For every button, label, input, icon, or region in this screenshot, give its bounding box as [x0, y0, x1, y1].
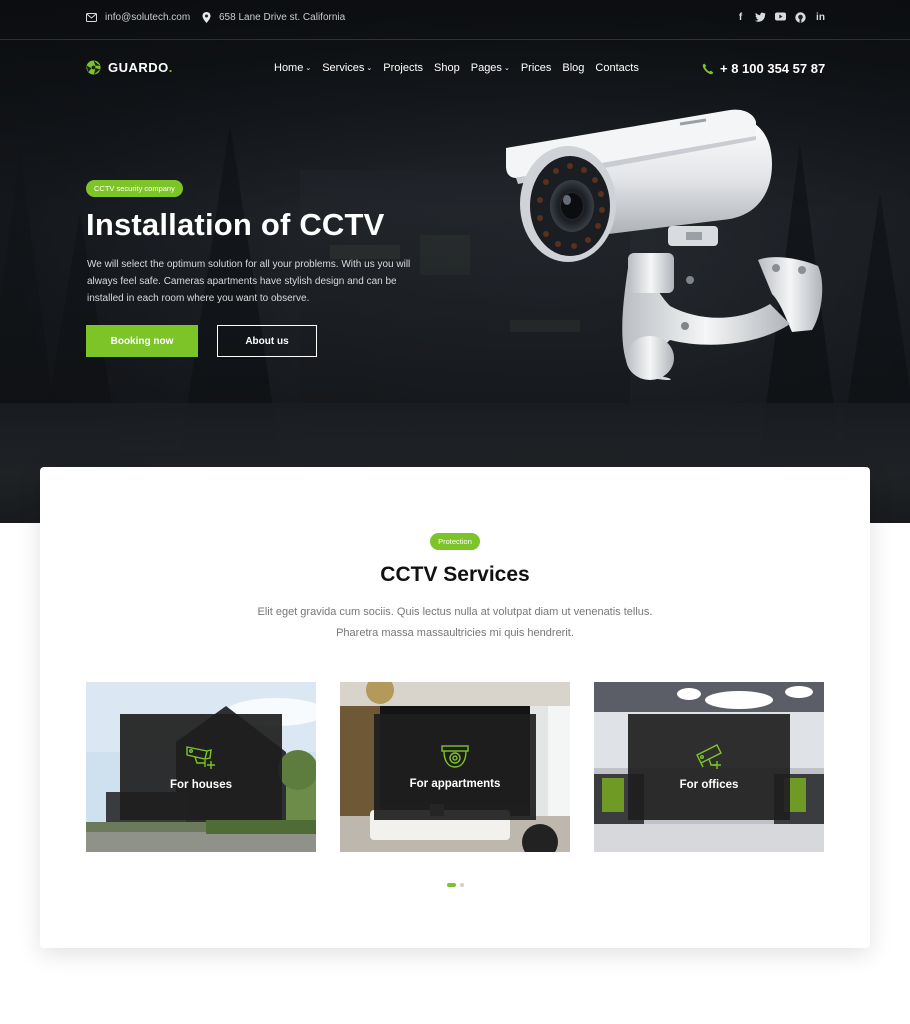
nav-home[interactable]: Home ⌄: [274, 62, 311, 74]
carousel-dot[interactable]: [459, 883, 464, 887]
social-links: f in: [735, 12, 826, 23]
services-description-line: Elit eget gravida cum sociis. Quis lectu…: [257, 606, 653, 618]
cctv-camera-icon: [696, 744, 722, 769]
dome-camera-icon: [441, 745, 469, 768]
youtube-icon[interactable]: [775, 12, 786, 23]
nav-contacts[interactable]: Contacts: [595, 62, 638, 74]
hero-section: info@solutech.com 658 Lane Drive st. Cal…: [0, 0, 910, 523]
tile-overlay: For appartments: [374, 714, 536, 820]
map-pin-icon: [202, 12, 211, 23]
services-card: Protection CCTV Services Elit eget gravi…: [40, 467, 870, 948]
carousel-pagination: [40, 883, 870, 887]
tile-overlay: For offices: [628, 714, 790, 820]
hero-title: Installation of CCTV: [86, 207, 385, 242]
shutter-logo-icon: [86, 60, 101, 75]
services-description: Elit eget gravida cum sociis. Quis lectu…: [40, 602, 870, 644]
phone-number: + 8 100 354 57 87: [720, 61, 826, 76]
services-badge-wrap: Protection: [40, 531, 870, 550]
booking-now-button[interactable]: Booking now: [86, 325, 198, 357]
chevron-down-icon: ⌄: [366, 65, 373, 72]
tile-label: For appartments: [409, 778, 501, 790]
service-tile-apartments[interactable]: For appartments: [340, 682, 570, 852]
about-us-button[interactable]: About us: [217, 325, 317, 357]
nav-prices[interactable]: Prices: [521, 62, 552, 74]
email-text: info@solutech.com: [105, 12, 191, 23]
email-contact[interactable]: info@solutech.com: [86, 12, 190, 23]
tile-overlay: For houses: [120, 714, 282, 820]
github-icon[interactable]: [795, 12, 806, 23]
chevron-down-icon: ⌄: [305, 65, 312, 72]
twitter-icon[interactable]: [755, 12, 766, 23]
nav-blog[interactable]: Blog: [562, 62, 584, 74]
linkedin-icon[interactable]: in: [815, 12, 826, 23]
nav-pages[interactable]: Pages ⌄: [471, 62, 510, 74]
address-text: 658 Lane Drive st. California: [219, 12, 346, 23]
address-contact: 658 Lane Drive st. California: [202, 12, 345, 23]
main-navigation: Home ⌄ Services ⌄ Projects Shop Pages ⌄ Pri…: [274, 62, 650, 74]
top-info-bar: info@solutech.com 658 Lane Drive st. Cal…: [0, 0, 910, 40]
phone-icon: [702, 63, 714, 74]
services-carousel: For houses For appartments For offices: [86, 682, 824, 852]
services-badge: Protection: [430, 533, 480, 550]
hero-badge: CCTV security company: [86, 180, 183, 197]
hero-description: We will select the optimum solution for …: [87, 259, 411, 304]
services-description-line: Pharetra massa massaultricies mi quis he…: [336, 627, 574, 639]
carousel-dot-active[interactable]: [446, 883, 456, 887]
nav-services[interactable]: Services ⌄: [322, 62, 372, 74]
service-tile-offices[interactable]: For offices: [594, 682, 824, 852]
services-title: CCTV Services: [380, 563, 530, 586]
envelope-icon: [86, 13, 97, 22]
chevron-down-icon: ⌄: [503, 65, 510, 72]
tile-label: For offices: [679, 779, 739, 791]
nav-shop[interactable]: Shop: [434, 62, 460, 74]
cctv-camera-illustration: [506, 109, 823, 380]
facebook-icon[interactable]: f: [735, 12, 746, 23]
header-phone[interactable]: + 8 100 354 57 87: [702, 61, 825, 76]
logo-text: GUARDO.: [108, 60, 173, 75]
cctv-camera-icon: [186, 746, 215, 769]
nav-projects[interactable]: Projects: [383, 62, 423, 74]
site-logo[interactable]: GUARDO.: [86, 60, 173, 75]
tile-label: For houses: [170, 779, 232, 791]
service-tile-houses[interactable]: For houses: [86, 682, 316, 852]
